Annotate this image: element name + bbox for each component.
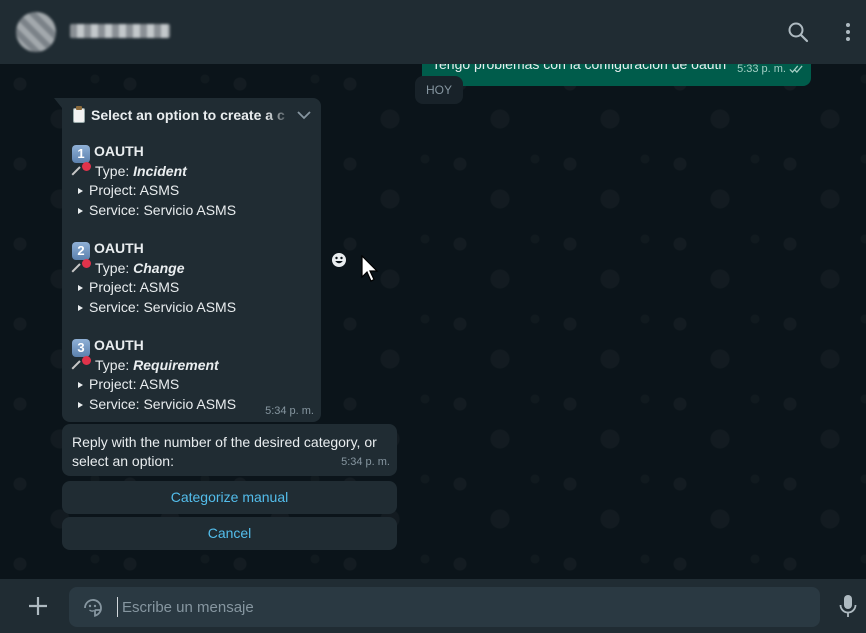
clipboard-icon (72, 106, 86, 123)
list-item: 2 OAUTH Type: Change Project: ASMS Servic… (71, 239, 237, 317)
service-prefix: Service: (89, 298, 140, 315)
list-item: 1 OAUTH Type: Incident Project: ASMS Serv… (71, 142, 237, 220)
reply-message-time: 5:34 p. m. (341, 456, 390, 468)
bubble-tail (54, 98, 62, 108)
menu-icon[interactable] (836, 20, 860, 44)
service-prefix: Service: (89, 395, 140, 412)
outgoing-message-time: 5:33 p. m. (737, 64, 786, 75)
cancel-button[interactable]: Cancel (62, 517, 397, 550)
project-prefix: Project: (89, 279, 137, 295)
project-prefix: Project: (89, 182, 137, 198)
chat-area[interactable]: Tengo problemas con la configuración de … (0, 64, 866, 579)
outgoing-message-text: Tengo problemas con la configuración de … (432, 64, 727, 72)
item-service: Servicio ASMS (143, 201, 237, 218)
item-name: OAUTH (94, 143, 144, 159)
item-type: Incident (133, 162, 187, 179)
reply-message[interactable]: Reply with the number of the desired cat… (62, 424, 397, 476)
date-divider: HOY (415, 76, 463, 104)
bullet-icon (78, 382, 83, 388)
bullet-icon (78, 207, 83, 214)
categorize-manual-button[interactable]: Categorize manual (62, 481, 397, 514)
double-check-icon (789, 65, 803, 73)
list-item: 3 OAUTH Type: Requirement Project: ASMS S… (71, 336, 237, 414)
mouse-cursor-icon (361, 255, 379, 282)
message-input[interactable] (117, 597, 807, 617)
chevron-down-icon[interactable] (295, 106, 313, 124)
keycap-number-icon: 2 (72, 242, 90, 260)
outgoing-message-meta: 5:33 p. m. (737, 64, 803, 75)
list-message-title: Select an option to create a c (72, 106, 292, 123)
keycap-number-icon: 1 (72, 145, 90, 163)
outgoing-message[interactable]: Tengo problemas con la configuración de … (422, 64, 811, 86)
reply-message-text: Reply with the number of the desired cat… (72, 434, 377, 469)
project-prefix: Project: (89, 376, 137, 392)
contact-avatar[interactable] (16, 12, 56, 52)
item-service: Servicio ASMS (143, 395, 237, 412)
service-prefix: Service: (89, 201, 140, 218)
keycap-number-icon: 3 (72, 339, 90, 357)
pushpin-icon (71, 258, 92, 275)
type-label: Type: (95, 356, 130, 373)
item-type: Change (133, 259, 185, 276)
item-service: Servicio ASMS (143, 298, 237, 315)
type-label: Type: (95, 162, 130, 179)
bullet-icon (78, 401, 83, 408)
list-message[interactable]: Select an option to create a c 1 OAUTH Ty… (54, 98, 321, 422)
item-project: ASMS (139, 279, 180, 295)
pushpin-icon (71, 355, 92, 372)
composer-bar (0, 579, 866, 633)
message-input-box[interactable] (69, 587, 820, 627)
pushpin-icon (71, 161, 92, 178)
search-icon[interactable] (786, 20, 810, 44)
bullet-icon (78, 304, 83, 311)
list-message-time: 5:34 p. m. (265, 405, 314, 417)
item-name: OAUTH (94, 240, 144, 256)
chat-header: contacto (0, 0, 866, 64)
item-name: OAUTH (94, 337, 144, 353)
bullet-icon (78, 285, 83, 291)
sticker-icon[interactable] (81, 596, 105, 620)
item-project: ASMS (139, 376, 180, 392)
emoji-reaction-icon[interactable] (329, 250, 349, 270)
contact-name[interactable]: contacto (70, 24, 170, 38)
plus-icon[interactable] (24, 592, 52, 620)
item-type: Requirement (133, 356, 219, 373)
item-project: ASMS (139, 182, 180, 198)
list-title-text: Select an option to create a c (91, 106, 285, 123)
bullet-icon (78, 188, 83, 194)
type-label: Type: (95, 259, 130, 276)
microphone-icon[interactable] (836, 593, 860, 619)
